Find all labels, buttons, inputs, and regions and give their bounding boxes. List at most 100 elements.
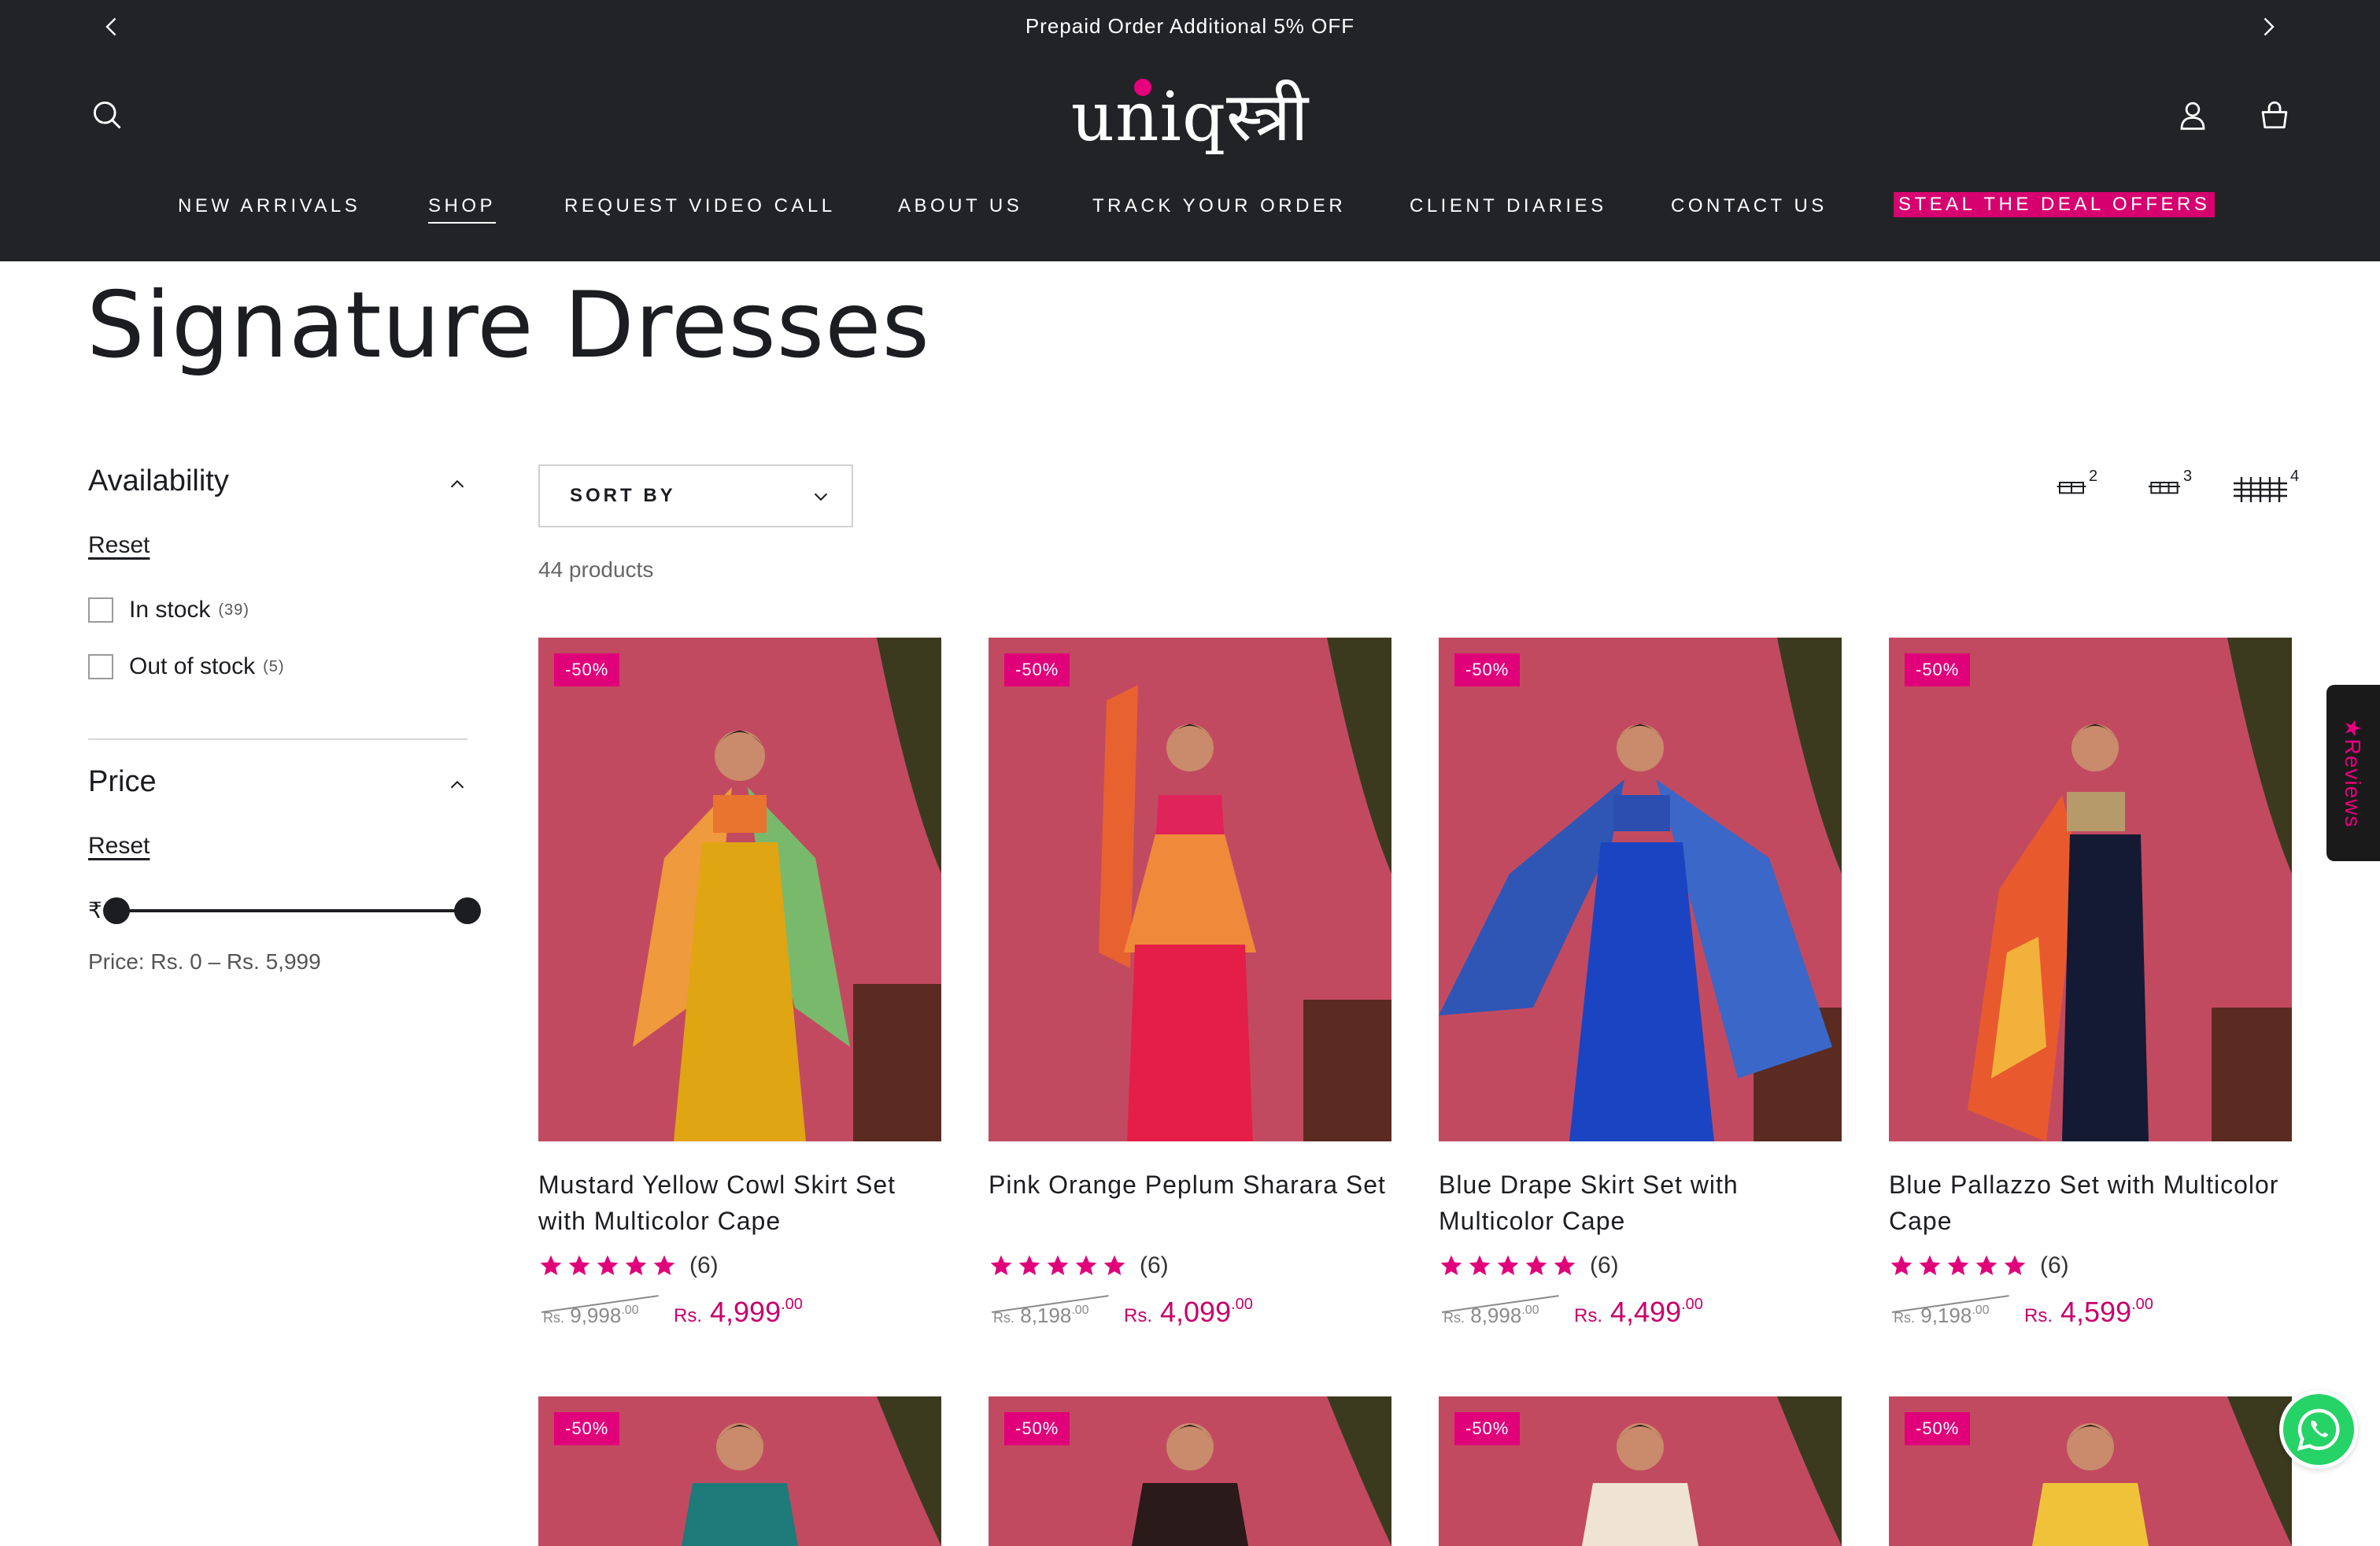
price-heading[interactable]: Price xyxy=(88,765,157,799)
search-button[interactable] xyxy=(85,93,129,137)
sale-currency: Rs. xyxy=(674,1305,702,1326)
grid-2-button[interactable]: 2 xyxy=(2056,468,2098,510)
product-title[interactable]: Pink Orange Peplum Sharara Set xyxy=(989,1167,1391,1203)
product-image[interactable]: -50% xyxy=(1889,638,2292,1141)
reviews-tab-label: ★Reviews xyxy=(2341,718,2366,828)
grid-2-columns-icon xyxy=(2057,482,2086,494)
product-image[interactable]: -50% xyxy=(989,1396,1391,1546)
product-image[interactable]: -50% xyxy=(538,1396,941,1546)
discount-badge: -50% xyxy=(1004,653,1070,686)
compare-decimals: .00 xyxy=(1521,1304,1539,1317)
star-icon xyxy=(1947,1255,1969,1275)
compare-price: Rs. 9,998.00 xyxy=(543,1304,639,1328)
sort-by-dropdown[interactable]: SORT BY xyxy=(538,464,853,527)
product-image[interactable]: -50% xyxy=(1889,1396,2292,1546)
logo-dot xyxy=(1134,79,1151,96)
in-stock-count: (39) xyxy=(218,601,249,619)
price-range-max-thumb[interactable] xyxy=(454,897,481,924)
star-icon xyxy=(990,1255,1012,1275)
account-button[interactable] xyxy=(2171,93,2215,137)
filter-divider xyxy=(88,738,468,740)
whatsapp-icon xyxy=(2297,1408,2340,1452)
product-image[interactable]: -50% xyxy=(538,638,941,1141)
sale-currency: Rs. xyxy=(1574,1305,1602,1326)
nav-request-video-call[interactable]: REQUEST VIDEO CALL xyxy=(564,195,836,217)
product-rating: (6) xyxy=(1889,1252,2069,1280)
product-rating: (6) xyxy=(1439,1252,1619,1280)
star-icon xyxy=(1919,1255,1941,1275)
sale-amount: 4,499 xyxy=(1610,1296,1682,1328)
sale-price: Rs. 4,499.00 xyxy=(1574,1296,1703,1329)
product-price: Rs. 8,998.00 Rs. 4,499.00 xyxy=(1439,1295,1842,1335)
out-of-stock-checkbox[interactable] xyxy=(88,654,113,679)
product-title[interactable]: Blue Pallazzo Set with Multicolor Cape xyxy=(1889,1167,2292,1239)
filter-in-stock[interactable]: In stock (39) xyxy=(88,597,249,623)
filter-out-of-stock[interactable]: Out of stock (5) xyxy=(88,653,285,680)
product-image[interactable]: -50% xyxy=(1439,638,1842,1141)
brand-logo[interactable]: uniqस्त्री xyxy=(1055,71,1325,157)
product-image[interactable]: -50% xyxy=(1439,1396,1842,1546)
grid-4-label: 4 xyxy=(2290,468,2300,485)
product-title[interactable]: Mustard Yellow Cowl Skirt Set with Multi… xyxy=(538,1167,941,1239)
product-title[interactable]: Blue Drape Skirt Set with Multicolor Cap… xyxy=(1439,1167,1842,1239)
star-icon xyxy=(1075,1255,1097,1275)
price-reset-link[interactable]: Reset xyxy=(88,833,150,860)
grid-4-button[interactable]: 4 xyxy=(2232,468,2300,510)
grid-2-label: 2 xyxy=(2089,468,2098,485)
reviews-widget-tab[interactable]: ★Reviews xyxy=(2326,685,2380,861)
star-icon xyxy=(1554,1255,1576,1275)
price-range-track[interactable] xyxy=(116,909,468,912)
chevron-up-icon[interactable] xyxy=(445,773,469,797)
nav-track-your-order[interactable]: TRACK YOUR ORDER xyxy=(1092,195,1346,217)
price-range-min-thumb[interactable] xyxy=(103,897,130,924)
star-icon xyxy=(1047,1255,1069,1275)
compare-decimals: .00 xyxy=(1972,1304,1990,1317)
availability-reset-link[interactable]: Reset xyxy=(88,532,150,559)
search-icon xyxy=(93,101,121,129)
sale-amount: 4,999 xyxy=(710,1296,782,1328)
compare-price: Rs. 8,998.00 xyxy=(1443,1304,1539,1328)
product-count: 44 products xyxy=(538,557,654,582)
nav-client-diaries[interactable]: CLIENT DIARIES xyxy=(1410,195,1607,217)
star-icon xyxy=(1440,1255,1462,1275)
star-icon xyxy=(1103,1255,1125,1275)
page-title: Signature Dresses xyxy=(87,272,930,379)
nav-shop[interactable]: SHOP xyxy=(428,195,497,224)
star-icon xyxy=(1497,1255,1519,1275)
star-icon xyxy=(1525,1255,1547,1275)
star-icon xyxy=(2004,1255,2026,1275)
sale-currency: Rs. xyxy=(2024,1305,2053,1326)
discount-badge: -50% xyxy=(1004,1412,1070,1445)
availability-heading[interactable]: Availability xyxy=(88,464,229,498)
sale-price: Rs. 4,999.00 xyxy=(674,1296,803,1329)
product-image[interactable]: -50% xyxy=(989,638,1391,1141)
chevron-down-icon xyxy=(814,493,828,501)
grid-3-button[interactable]: 3 xyxy=(2147,468,2192,510)
chevron-up-icon[interactable] xyxy=(445,472,469,496)
user-icon xyxy=(2180,102,2205,130)
discount-badge: -50% xyxy=(1454,653,1521,686)
main-navigation: NEW ARRIVALS SHOP REQUEST VIDEO CALL ABO… xyxy=(0,190,2380,225)
currency-symbol: ₹ xyxy=(88,898,102,923)
whatsapp-chat-button[interactable] xyxy=(2279,1390,2358,1469)
chevron-right-icon[interactable] xyxy=(2254,13,2282,41)
nav-new-arrivals[interactable]: NEW ARRIVALS xyxy=(178,195,360,217)
star-icon xyxy=(540,1255,562,1275)
compare-decimals: .00 xyxy=(621,1304,639,1317)
product-rating: (6) xyxy=(538,1252,719,1280)
nav-about-us[interactable]: ABOUT US xyxy=(898,195,1022,217)
product-price: Rs. 9,198.00 Rs. 4,599.00 xyxy=(1889,1295,2292,1335)
review-count: (6) xyxy=(2040,1252,2069,1278)
star-icon xyxy=(625,1255,647,1275)
sale-decimals: .00 xyxy=(2131,1296,2153,1313)
cart-button[interactable] xyxy=(2252,93,2297,137)
sale-decimals: .00 xyxy=(1681,1296,1703,1313)
grid-3-columns-icon xyxy=(2149,482,2180,494)
review-count: (6) xyxy=(1590,1252,1619,1278)
nav-contact-us[interactable]: CONTACT US xyxy=(1671,195,1828,217)
product-price: Rs. 9,998.00 Rs. 4,999.00 xyxy=(538,1295,941,1335)
nav-steal-the-deal-offers[interactable]: STEAL THE DEAL OFFERS xyxy=(1894,192,2216,217)
star-icon xyxy=(1975,1255,1998,1275)
product-rating: (6) xyxy=(989,1252,1169,1280)
in-stock-checkbox[interactable] xyxy=(88,597,113,623)
